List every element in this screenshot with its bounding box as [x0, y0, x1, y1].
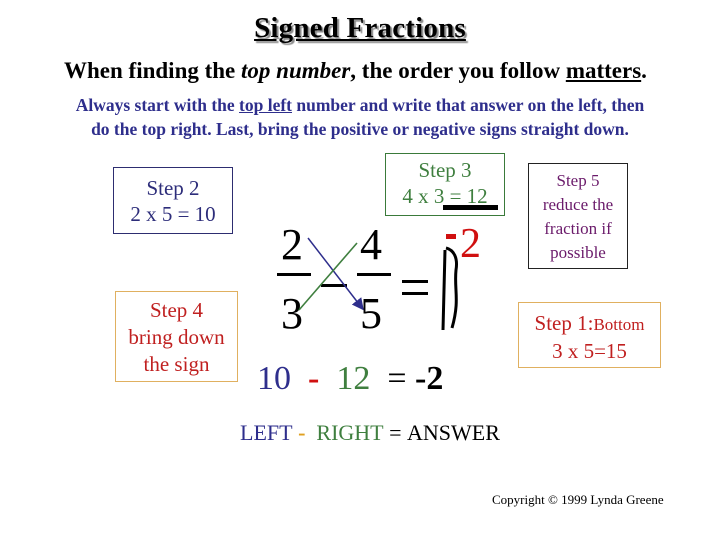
step-1-heading: Step 1:Bottom: [519, 310, 660, 338]
step-4-text: the sign: [143, 352, 210, 376]
instructions-line-2: do the top right. Last, bring the positi…: [91, 119, 629, 139]
right-product: 12: [336, 360, 371, 397]
step-4-text: bring down: [128, 325, 225, 349]
bottom-equation: 10 - 12 = -2: [257, 360, 443, 398]
minus-sign: -: [308, 360, 320, 397]
step-1-body: 3 x 5=15: [552, 339, 627, 363]
subtitle: When finding the top number, the order y…: [64, 58, 647, 84]
instructions-text: Always start with the: [75, 95, 240, 115]
step-5-text: possible: [550, 243, 606, 262]
formula-left: LEFT: [240, 420, 293, 445]
formula-right: RIGHT: [316, 420, 384, 445]
instructions-text: number and write that answer on the left…: [292, 95, 645, 115]
equals-sign: =: [387, 360, 407, 397]
left-product: 10: [257, 360, 291, 397]
step-5-text: fraction if: [544, 219, 612, 238]
result-numerator: 2: [460, 221, 481, 267]
subtitle-text: When finding the: [64, 58, 242, 83]
formula: LEFT - RIGHT = ANSWER: [240, 420, 500, 446]
step-5-text: reduce the: [542, 195, 614, 214]
instructions-underlined: top left: [239, 95, 293, 115]
instructions-line-1: Always start with the top left number an…: [20, 93, 700, 117]
step-2-heading: Step 2: [146, 176, 200, 200]
scribble-mark: [441, 246, 458, 331]
step-2-body: 2 x 5 = 10: [130, 202, 216, 226]
green-line: [298, 242, 358, 311]
answer: -2: [415, 360, 444, 397]
step-4-heading: Step 4: [149, 298, 204, 322]
instructions: Always start with the top left number an…: [20, 93, 700, 141]
result-sign: [446, 234, 456, 239]
subtitle-underlined: matters: [565, 58, 642, 83]
step-1-box: Step 1:Bottom 3 x 5=15: [518, 302, 661, 368]
step-4-box: Step 4 bring down the sign: [115, 291, 238, 382]
blue-arrow: [307, 237, 364, 311]
step-5-heading: Step 5: [556, 171, 600, 190]
copyright: Copyright © 1999 Lynda Greene: [492, 492, 664, 507]
step-1-label: Step 1:: [534, 311, 594, 335]
step-1-label-small: Bottom: [593, 315, 645, 334]
step-5-box: Step 5 reduce the fraction if possible: [528, 163, 628, 269]
page-title: Signed Fractions: [254, 12, 466, 44]
subtitle-text: , the order you follow: [350, 58, 566, 83]
step-3-heading: Step 3: [418, 158, 472, 182]
formula-minus: -: [298, 420, 306, 445]
subtitle-emphasis: top number: [241, 58, 351, 83]
subtitle-text: .: [641, 58, 647, 83]
formula-answer: ANSWER: [407, 420, 500, 445]
formula-equals: =: [389, 420, 402, 445]
step-2-box: Step 2 2 x 5 = 10: [113, 167, 233, 234]
